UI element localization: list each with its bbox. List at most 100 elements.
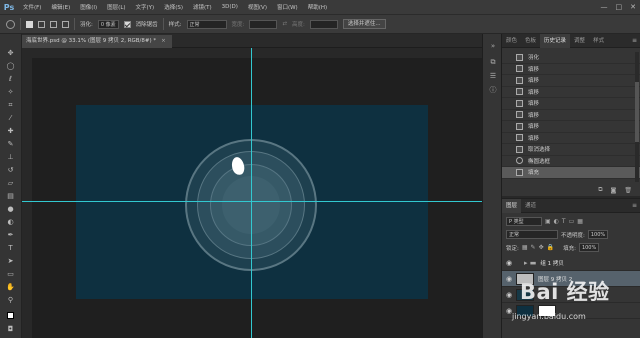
- horizontal-guide[interactable]: [22, 201, 482, 202]
- filter-smart-object-icon[interactable]: ▦: [577, 218, 583, 225]
- filter-pixel-icon[interactable]: ▣: [545, 218, 551, 225]
- document-tab[interactable]: 海底世界.psd @ 33.1% (图层 9 拷贝 2, RGB/8#) * ×: [22, 35, 172, 48]
- eyedropper-tool-icon[interactable]: ⁄: [4, 113, 17, 123]
- layer-row[interactable]: ◉ ▸ ▬ 组 1 拷贝: [502, 255, 640, 271]
- menu-window[interactable]: 窗口(W): [272, 3, 303, 11]
- lock-transparent-icon[interactable]: ▦: [522, 244, 528, 251]
- gradient-tool-icon[interactable]: ▤: [4, 191, 17, 201]
- tab-styles[interactable]: 样式: [589, 34, 608, 48]
- eraser-tool-icon[interactable]: ▱: [4, 178, 17, 188]
- menu-view[interactable]: 视图(V): [243, 3, 272, 11]
- elliptical-marquee-icon[interactable]: [6, 19, 15, 29]
- panel-menu-icon[interactable]: ≡: [632, 37, 637, 44]
- antialias-checkbox[interactable]: [123, 20, 131, 28]
- crop-tool-icon[interactable]: ⌗: [4, 100, 17, 110]
- add-selection-icon[interactable]: [38, 20, 45, 28]
- lock-image-icon[interactable]: ✎: [531, 244, 536, 251]
- history-item-selected[interactable]: 填充: [502, 167, 640, 179]
- filter-type-icon[interactable]: T: [562, 218, 566, 225]
- menu-3d[interactable]: 3D(D): [217, 4, 243, 10]
- zoom-tool-icon[interactable]: ⚲: [4, 295, 17, 305]
- tab-layers[interactable]: 图层: [502, 199, 522, 213]
- menu-help[interactable]: 帮助(H): [303, 3, 332, 11]
- marquee-tool-icon[interactable]: ◯: [4, 61, 17, 71]
- color-swatch-icon[interactable]: [4, 310, 17, 320]
- menu-select[interactable]: 选择(S): [159, 3, 188, 11]
- magic-wand-tool-icon[interactable]: ✧: [4, 87, 17, 97]
- pen-tool-icon[interactable]: ✒: [4, 230, 17, 240]
- quick-mask-icon[interactable]: ◘: [4, 324, 17, 334]
- filter-adjustment-icon[interactable]: ◐: [554, 218, 559, 225]
- new-selection-icon[interactable]: [26, 20, 33, 28]
- blur-tool-icon[interactable]: ●: [4, 204, 17, 214]
- antialias-label: 消除锯齿: [135, 22, 158, 28]
- visibility-eye-icon[interactable]: ◉: [502, 291, 516, 299]
- info-panel-icon[interactable]: ⓘ: [488, 86, 498, 94]
- history-panel-icon[interactable]: ⧉: [488, 58, 498, 66]
- document-canvas[interactable]: [32, 58, 482, 338]
- filter-shape-icon[interactable]: ▭: [569, 218, 575, 225]
- snapshot-camera-icon[interactable]: ◙: [611, 187, 617, 194]
- width-input[interactable]: [249, 19, 278, 29]
- history-item[interactable]: 填移: [502, 98, 640, 110]
- close-tab-icon[interactable]: ×: [161, 38, 166, 44]
- hand-tool-icon[interactable]: ✋: [4, 282, 17, 292]
- blend-mode-select[interactable]: 正常: [506, 230, 558, 239]
- brush-tool-icon[interactable]: ✎: [4, 139, 17, 149]
- menu-layer[interactable]: 图层(L): [102, 3, 130, 11]
- trash-icon[interactable]: 🗑: [624, 187, 632, 194]
- visibility-eye-icon[interactable]: ◉: [502, 275, 516, 283]
- menu-edit[interactable]: 编辑(E): [46, 3, 75, 11]
- new-document-from-state-icon[interactable]: ⧉: [598, 186, 602, 194]
- history-item[interactable]: 填移: [502, 133, 640, 144]
- feather-input[interactable]: 0 像素: [97, 19, 119, 29]
- vertical-guide[interactable]: [251, 48, 252, 338]
- healing-brush-tool-icon[interactable]: ✚: [4, 126, 17, 136]
- style-select[interactable]: 正常: [186, 19, 227, 29]
- type-tool-icon[interactable]: T: [4, 243, 17, 253]
- subtract-selection-icon[interactable]: [50, 20, 57, 28]
- history-item[interactable]: 填移: [502, 64, 640, 75]
- select-and-mask-button[interactable]: 选择并遮住...: [342, 19, 386, 29]
- path-selection-tool-icon[interactable]: ➤: [4, 256, 17, 266]
- history-item[interactable]: 填移: [502, 110, 640, 121]
- tab-swatches[interactable]: 色板: [521, 34, 540, 48]
- lasso-tool-icon[interactable]: ℓ: [4, 74, 17, 84]
- tab-history[interactable]: 历史记录: [540, 34, 571, 48]
- menu-file[interactable]: 文件(F): [18, 3, 46, 11]
- menu-image[interactable]: 图像(I): [75, 3, 102, 11]
- visibility-eye-icon[interactable]: ◉: [502, 259, 516, 267]
- clone-stamp-tool-icon[interactable]: ⊥: [4, 152, 17, 162]
- fill-input[interactable]: 100%: [578, 243, 600, 252]
- tab-adjustments[interactable]: 调整: [570, 34, 589, 48]
- panel-menu-icon[interactable]: ≡: [632, 202, 637, 209]
- history-brush-tool-icon[interactable]: ↺: [4, 165, 17, 175]
- menu-type[interactable]: 文字(Y): [131, 3, 160, 11]
- maximize-button[interactable]: □: [616, 3, 623, 11]
- menu-filter[interactable]: 滤镜(T): [188, 3, 217, 11]
- height-input[interactable]: [309, 19, 338, 29]
- opacity-input[interactable]: 100%: [587, 230, 609, 239]
- history-item[interactable]: 椭圆选框: [502, 156, 640, 167]
- history-scrollbar[interactable]: [635, 52, 639, 182]
- move-tool-icon[interactable]: ✥: [4, 48, 17, 58]
- dodge-tool-icon[interactable]: ◐: [4, 217, 17, 227]
- minimize-button[interactable]: —: [601, 3, 608, 11]
- close-window-button[interactable]: ✕: [630, 3, 636, 11]
- shape-tool-icon[interactable]: ▭: [4, 269, 17, 279]
- lock-all-icon[interactable]: 🔒: [547, 244, 554, 251]
- tab-channels[interactable]: 通道: [521, 199, 540, 213]
- history-item[interactable]: 填移: [502, 75, 640, 87]
- swap-icon[interactable]: ⇄: [282, 21, 287, 27]
- history-item[interactable]: 取消选择: [502, 144, 640, 156]
- canvas-area[interactable]: [22, 48, 482, 338]
- history-item[interactable]: 羽化: [502, 52, 640, 64]
- history-item[interactable]: 填移: [502, 87, 640, 98]
- tab-color[interactable]: 颜色: [502, 34, 521, 48]
- layer-filter-select[interactable]: P 类型: [506, 217, 542, 226]
- properties-panel-icon[interactable]: ☰: [488, 72, 498, 80]
- panel-collapse-icon[interactable]: »: [488, 42, 498, 50]
- history-item[interactable]: 填移: [502, 121, 640, 133]
- lock-position-icon[interactable]: ✥: [539, 244, 544, 251]
- intersect-selection-icon[interactable]: [62, 20, 69, 28]
